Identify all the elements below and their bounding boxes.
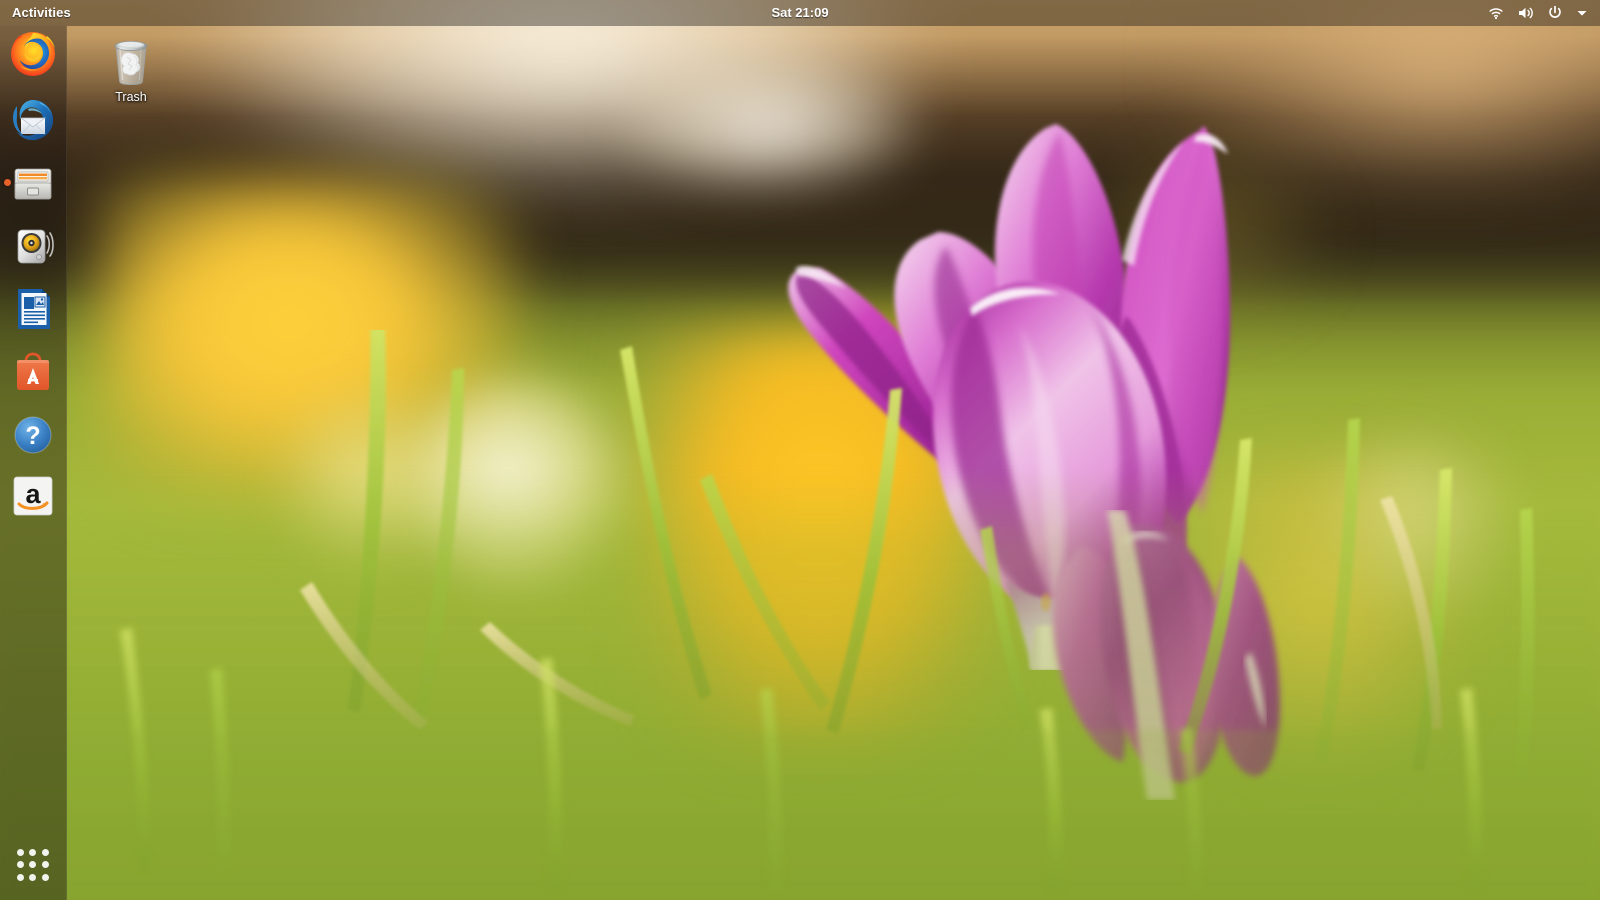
desktop-wallpaper[interactable] — [0, 0, 1600, 900]
wifi-icon[interactable] — [1488, 5, 1504, 21]
thunderbird-icon — [9, 96, 57, 144]
grid-dot — [42, 874, 49, 881]
files-icon — [9, 159, 57, 207]
grid-dot — [17, 861, 24, 868]
dock-item-thunderbird[interactable] — [9, 96, 57, 144]
help-icon: ? — [9, 411, 57, 459]
trash-bin-icon — [106, 33, 156, 87]
grid-dot — [42, 849, 49, 856]
dock: ? a — [0, 26, 67, 900]
amazon-icon: a — [9, 472, 57, 520]
grid-dot — [29, 849, 36, 856]
clock[interactable]: Sat 21:09 — [0, 0, 1600, 26]
dock-item-amazon[interactable]: a — [9, 472, 57, 520]
desktop-icon-trash[interactable]: Trash — [95, 33, 167, 109]
top-bar: Activities Sat 21:09 — [0, 0, 1600, 26]
grid-dot — [42, 861, 49, 868]
firefox-icon — [9, 30, 57, 78]
svg-text:a: a — [25, 479, 41, 509]
libreoffice-writer-icon — [9, 285, 57, 333]
dock-item-libreoffice-writer[interactable] — [9, 285, 57, 333]
dock-item-help[interactable]: ? — [9, 411, 57, 459]
grid-dot — [17, 874, 24, 881]
svg-text:?: ? — [25, 422, 40, 450]
system-status-area[interactable] — [1488, 0, 1594, 26]
dock-item-rhythmbox[interactable] — [9, 222, 57, 270]
dock-item-firefox[interactable] — [9, 30, 57, 78]
desktop-screen: Activities Sat 21:09 — [0, 0, 1600, 900]
ubuntu-software-icon — [9, 348, 57, 396]
dock-item-ubuntu-software[interactable] — [9, 348, 57, 396]
power-icon[interactable] — [1547, 5, 1563, 21]
desktop-icon-trash-label: Trash — [115, 90, 147, 104]
rhythmbox-icon — [9, 222, 57, 270]
show-applications-button[interactable] — [13, 845, 53, 885]
grid-dot — [17, 849, 24, 856]
wallpaper-grass-blades — [0, 330, 1600, 900]
running-indicator-files — [4, 179, 11, 186]
activities-button[interactable]: Activities — [0, 0, 81, 26]
dock-item-files[interactable] — [9, 159, 57, 207]
chevron-down-icon[interactable] — [1576, 7, 1588, 19]
volume-icon[interactable] — [1517, 5, 1534, 21]
grid-dot — [29, 874, 36, 881]
grid-dot — [29, 861, 36, 868]
